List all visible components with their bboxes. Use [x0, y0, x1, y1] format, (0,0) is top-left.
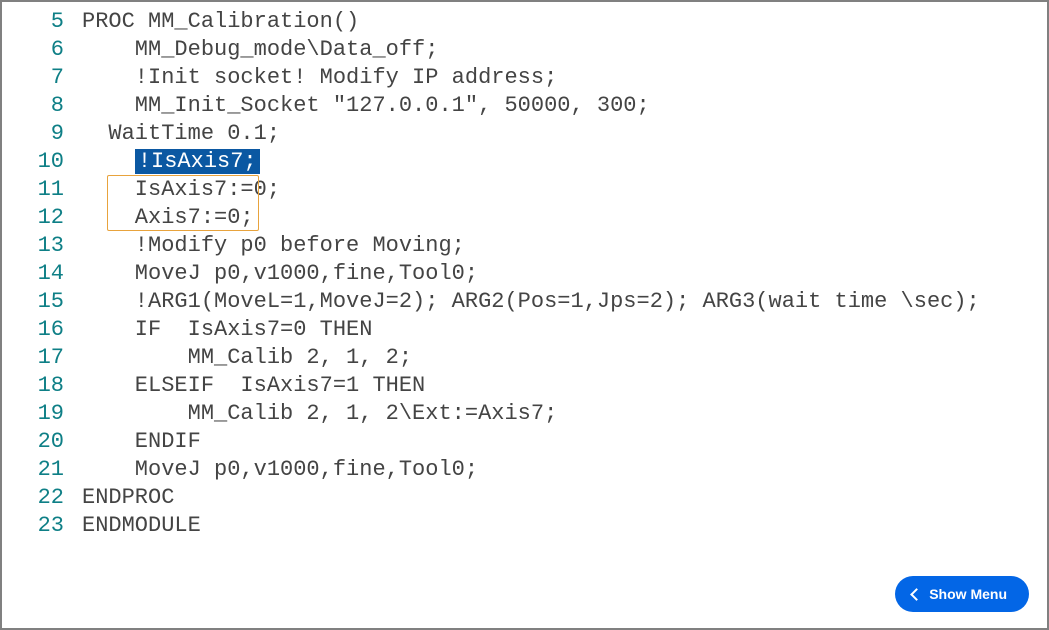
line-number: 12 — [12, 204, 82, 232]
code-line[interactable]: 20 ENDIF — [12, 428, 1037, 456]
line-content: ENDMODULE — [82, 512, 201, 540]
code-line[interactable]: 12 Axis7:=0; — [12, 204, 1037, 232]
line-content: PROC MM_Calibration() — [82, 8, 359, 36]
show-menu-label: Show Menu — [929, 586, 1007, 602]
line-content: !ARG1(MoveL=1,MoveJ=2); ARG2(Pos=1,Jps=2… — [82, 288, 980, 316]
line-number: 15 — [12, 288, 82, 316]
line-number: 11 — [12, 176, 82, 204]
code-line[interactable]: 7 !Init socket! Modify IP address; — [12, 64, 1037, 92]
code-line[interactable]: 18 ELSEIF IsAxis7=1 THEN — [12, 372, 1037, 400]
code-line[interactable]: 9 WaitTime 0.1; — [12, 120, 1037, 148]
line-number: 6 — [12, 36, 82, 64]
line-number: 17 — [12, 344, 82, 372]
line-number: 10 — [12, 148, 82, 176]
line-content: IF IsAxis7=0 THEN — [82, 316, 372, 344]
line-number: 21 — [12, 456, 82, 484]
code-line[interactable]: 17 MM_Calib 2, 1, 2; — [12, 344, 1037, 372]
code-line[interactable]: 11 IsAxis7:=0; — [12, 176, 1037, 204]
line-number: 22 — [12, 484, 82, 512]
code-line[interactable]: 23ENDMODULE — [12, 512, 1037, 540]
line-content: ELSEIF IsAxis7=1 THEN — [82, 372, 425, 400]
code-line[interactable]: 19 MM_Calib 2, 1, 2\Ext:=Axis7; — [12, 400, 1037, 428]
line-number: 8 — [12, 92, 82, 120]
line-content: MM_Init_Socket "127.0.0.1", 50000, 300; — [82, 92, 650, 120]
line-number: 19 — [12, 400, 82, 428]
selected-text: !IsAxis7; — [135, 149, 260, 174]
line-number: 16 — [12, 316, 82, 344]
code-line[interactable]: 21 MoveJ p0,v1000,fine,Tool0; — [12, 456, 1037, 484]
line-number: 9 — [12, 120, 82, 148]
line-content: !IsAxis7; — [82, 148, 260, 176]
code-line[interactable]: 13 !Modify p0 before Moving; — [12, 232, 1037, 260]
code-line[interactable]: 22ENDPROC — [12, 484, 1037, 512]
line-content: !Init socket! Modify IP address; — [82, 64, 557, 92]
line-content: MM_Calib 2, 1, 2\Ext:=Axis7; — [82, 400, 557, 428]
line-number: 14 — [12, 260, 82, 288]
show-menu-button[interactable]: Show Menu — [895, 576, 1029, 612]
line-content: !Modify p0 before Moving; — [82, 232, 465, 260]
line-number: 18 — [12, 372, 82, 400]
code-line[interactable]: 15 !ARG1(MoveL=1,MoveJ=2); ARG2(Pos=1,Jp… — [12, 288, 1037, 316]
line-content: MM_Debug_mode\Data_off; — [82, 36, 438, 64]
line-number: 20 — [12, 428, 82, 456]
code-line[interactable]: 14 MoveJ p0,v1000,fine,Tool0; — [12, 260, 1037, 288]
line-content: MM_Calib 2, 1, 2; — [82, 344, 412, 372]
line-content: ENDIF — [82, 428, 201, 456]
line-number: 5 — [12, 8, 82, 36]
code-block: 5PROC MM_Calibration()6 MM_Debug_mode\Da… — [12, 8, 1037, 540]
line-number: 7 — [12, 64, 82, 92]
chevron-left-icon — [910, 588, 923, 601]
line-content: ENDPROC — [82, 484, 174, 512]
code-line[interactable]: 6 MM_Debug_mode\Data_off; — [12, 36, 1037, 64]
code-line[interactable]: 5PROC MM_Calibration() — [12, 8, 1037, 36]
line-content: WaitTime 0.1; — [82, 120, 280, 148]
line-number: 13 — [12, 232, 82, 260]
code-line[interactable]: 16 IF IsAxis7=0 THEN — [12, 316, 1037, 344]
code-line[interactable]: 10 !IsAxis7; — [12, 148, 1037, 176]
line-content: IsAxis7:=0; — [82, 176, 280, 204]
line-content: MoveJ p0,v1000,fine,Tool0; — [82, 260, 478, 288]
line-content: MoveJ p0,v1000,fine,Tool0; — [82, 456, 478, 484]
line-number: 23 — [12, 512, 82, 540]
line-content: Axis7:=0; — [82, 204, 254, 232]
code-line[interactable]: 8 MM_Init_Socket "127.0.0.1", 50000, 300… — [12, 92, 1037, 120]
